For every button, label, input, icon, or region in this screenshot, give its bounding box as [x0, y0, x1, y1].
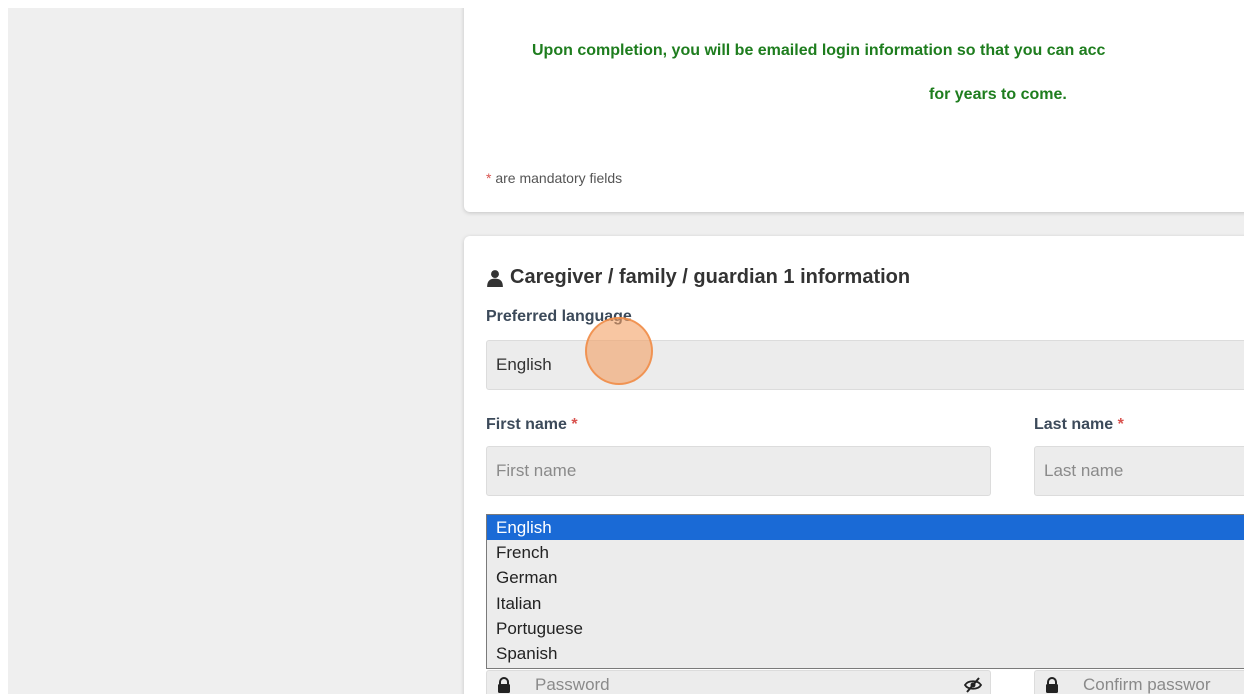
- last-name-input[interactable]: Last name: [1034, 446, 1244, 496]
- language-option-spanish[interactable]: Spanish: [487, 641, 1244, 666]
- lock-icon: [487, 677, 521, 693]
- user-icon: [487, 269, 503, 287]
- caregiver-card: Caregiver / family / guardian 1 informat…: [464, 236, 1244, 694]
- last-name-label: Last name *: [1034, 416, 1124, 434]
- language-option-german[interactable]: German: [487, 565, 1244, 590]
- intro-line-1: Upon completion, you will be emailed log…: [532, 42, 1106, 59]
- click-indicator: [585, 317, 653, 385]
- first-name-label: First name *: [486, 416, 578, 434]
- last-name-label-text: Last name: [1034, 416, 1114, 433]
- language-option-portuguese[interactable]: Portuguese: [487, 616, 1244, 641]
- required-star: *: [1117, 416, 1124, 433]
- language-option-french[interactable]: French: [487, 540, 1244, 565]
- first-name-label-text: First name: [486, 416, 567, 433]
- intro-card: Upon completion, you will be emailed log…: [464, 8, 1244, 212]
- lock-icon: [1035, 677, 1069, 693]
- language-dropdown-list[interactable]: English French German Italian Portuguese…: [486, 514, 1244, 669]
- intro-line-2: for years to come.: [929, 86, 1067, 103]
- last-name-placeholder: Last name: [1044, 461, 1124, 480]
- confirm-password-input[interactable]: Confirm passwor: [1034, 670, 1244, 694]
- confirm-password-placeholder: Confirm passwor: [1083, 675, 1211, 694]
- preferred-language-value: English: [496, 355, 552, 374]
- first-name-placeholder: First name: [496, 461, 577, 480]
- first-name-input[interactable]: First name: [486, 446, 991, 496]
- section-title-text: Caregiver / family / guardian 1 informat…: [510, 266, 911, 288]
- section-title: Caregiver / family / guardian 1 informat…: [486, 266, 910, 289]
- mandatory-note: * are mandatory fields: [486, 170, 622, 186]
- password-placeholder: Password: [535, 675, 610, 694]
- required-star: *: [571, 416, 578, 433]
- language-option-italian[interactable]: Italian: [487, 591, 1244, 616]
- mandatory-note-text: are mandatory fields: [491, 170, 623, 186]
- password-input[interactable]: Password: [486, 670, 991, 694]
- eye-slash-icon[interactable]: [956, 677, 990, 693]
- language-option-english[interactable]: English: [487, 515, 1244, 541]
